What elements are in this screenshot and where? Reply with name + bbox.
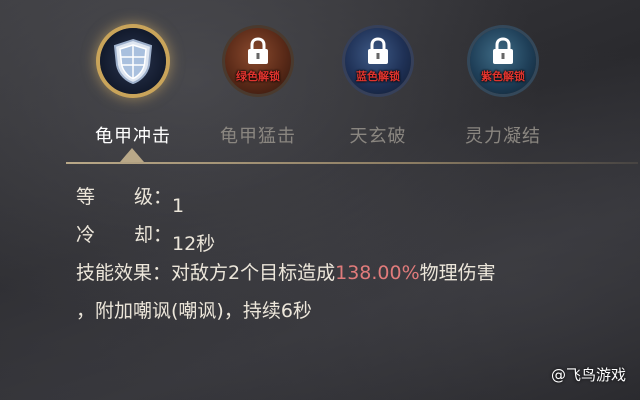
unlock-label: 绿色解锁: [236, 70, 280, 83]
lock-icon: [368, 37, 388, 64]
skill-name: 龟甲猛击: [220, 126, 296, 147]
effect-text-pre: 对敌方2个目标造成: [171, 262, 336, 284]
unlock-label: 紫色解锁: [481, 70, 525, 83]
skill-name: 灵力凝结: [465, 126, 541, 147]
level-row: 等 级： 1: [76, 182, 596, 220]
divider: [66, 162, 638, 164]
skill-icon-frame[interactable]: [100, 28, 166, 94]
effect-label: 技能效果：: [76, 262, 172, 284]
level-value: 1: [172, 195, 185, 217]
unlock-label: 蓝色解锁: [356, 70, 400, 83]
level-label-b: 级：: [133, 186, 172, 208]
shield-icon: [113, 38, 153, 85]
cooldown-value: 12秒: [172, 233, 216, 255]
lock-icon: [248, 37, 268, 64]
effect-percent: 138.00%: [335, 262, 420, 284]
selection-indicator: [120, 148, 144, 162]
effect-row: 技能效果：对敌方2个目标造成138.00%物理伤害: [76, 258, 596, 296]
cooldown-label: 冷 却：: [76, 220, 172, 250]
skill-icon-frame[interactable]: 绿色解锁: [225, 28, 291, 94]
lock-icon: [493, 37, 513, 64]
skill-details: 等 级： 1 冷 却： 12秒 技能效果：对敌方2个目标造成138.00%物理伤害 ，附…: [76, 182, 596, 334]
cooldown-row: 冷 却： 12秒: [76, 220, 596, 258]
skill-icon-frame[interactable]: 紫色解锁: [470, 28, 536, 94]
level-label-a: 等: [76, 186, 96, 208]
effect-row-2: ，附加嘲讽(嘲讽)，持续6秒: [76, 296, 596, 334]
level-label: 等 级：: [76, 182, 172, 212]
skill-row: 龟甲冲击 绿色解锁 龟甲猛击 蓝色解锁 天玄破 紫色解锁 灵力凝结: [0, 0, 640, 150]
skill-name: 天玄破: [349, 126, 407, 147]
cooldown-label-a: 冷: [76, 224, 96, 246]
cooldown-label-b: 却：: [133, 224, 172, 246]
effect-text-line2: ，附加嘲讽(嘲讽)，持续6秒: [76, 300, 312, 322]
skill-icon-frame[interactable]: 蓝色解锁: [345, 28, 411, 94]
skill-name: 龟甲冲击: [95, 126, 171, 147]
watermark: @飞鸟游戏: [550, 366, 626, 384]
effect-text-post: 物理伤害: [419, 262, 496, 284]
